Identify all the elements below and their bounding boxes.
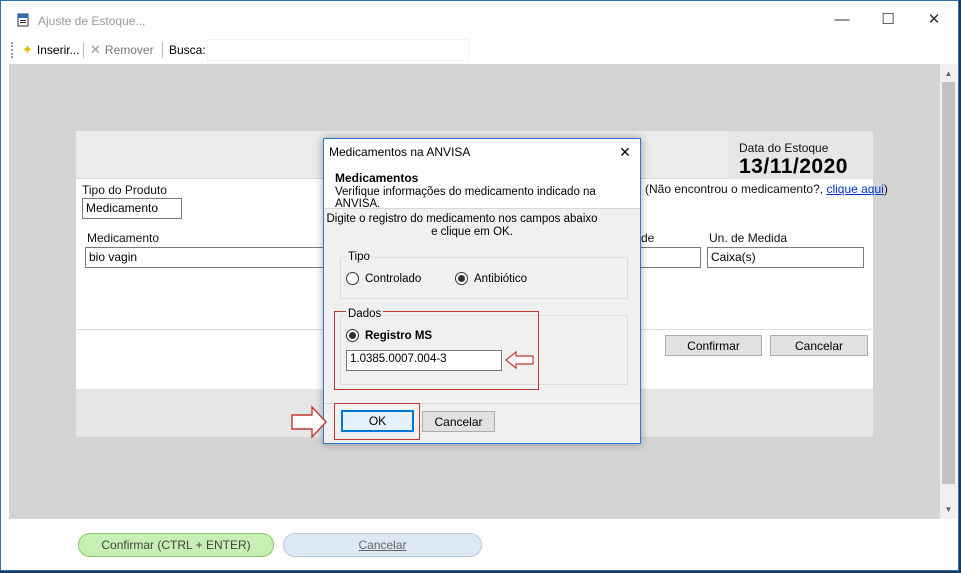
radio-checked-icon	[346, 329, 359, 342]
click-here-link[interactable]: clique aqui	[826, 182, 883, 196]
bottom-cancel-button[interactable]: Cancelar	[283, 533, 482, 557]
title-bar[interactable]: Ajuste de Estoque... — ☐ ✕	[1, 1, 958, 37]
registry-ms-input[interactable]: 1.0385.0007.004-3	[346, 350, 502, 371]
maximize-button[interactable]: ☐	[865, 1, 911, 37]
scrollbar-thumb[interactable]	[942, 82, 955, 484]
type-group-label: Tipo	[346, 251, 372, 263]
scroll-down-icon[interactable]: ▼	[940, 501, 957, 518]
dialog-close-button[interactable]: ✕	[612, 141, 638, 163]
dialog-title: Medicamentos na ANVISA	[329, 145, 471, 159]
insert-button[interactable]: ✦ Inserir...	[22, 42, 80, 58]
dialog-title-bar[interactable]: Medicamentos na ANVISA ✕	[324, 139, 640, 165]
not-found-hint: (Não encontrou o medicamento?, clique aq…	[645, 182, 888, 196]
antibiotic-radio[interactable]: Antibiótico	[455, 272, 527, 285]
not-found-text: (Não encontrou o medicamento?,	[645, 182, 827, 196]
annotation-right-arrow-icon	[291, 405, 327, 439]
minimize-button[interactable]: —	[819, 1, 865, 37]
toolbar-separator	[83, 42, 84, 58]
date-value: 13/11/2020	[739, 155, 848, 178]
quantity-field[interactable]	[637, 247, 701, 268]
unit-label: Un. de Medida	[709, 231, 788, 245]
close-button[interactable]: ✕	[911, 1, 957, 37]
anvisa-dialog: Medicamentos na ANVISA ✕ Medicamentos Ve…	[323, 138, 641, 444]
main-window: Ajuste de Estoque... — ☐ ✕ ✦ Inserir... …	[0, 0, 959, 571]
dialog-cancel-button[interactable]: Cancelar	[422, 411, 495, 432]
instruction-line-2: e clique em OK.	[431, 226, 513, 238]
dialog-header-subtitle: Verifique informações do medicamento ind…	[335, 186, 596, 210]
dialog-ok-button[interactable]: OK	[341, 410, 414, 432]
toolbar-separator	[162, 42, 163, 58]
quantity-label: de	[641, 231, 655, 245]
dialog-header: Medicamentos Verifique informações do me…	[324, 165, 640, 210]
controlled-label: Controlado	[365, 272, 422, 285]
data-group-label: Dados	[346, 308, 384, 320]
antibiotic-label: Antibiótico	[474, 272, 528, 285]
dialog-footer: OK Cancelar	[324, 403, 640, 443]
remove-label: Remover	[104, 43, 154, 57]
remove-x-icon: ✕	[90, 42, 101, 57]
dialog-header-title: Medicamentos	[335, 171, 419, 185]
not-found-close: )	[883, 182, 888, 196]
confirm-ctrl-enter-button[interactable]: Confirmar (CTRL + ENTER)	[78, 533, 274, 557]
remove-button[interactable]: ✕ Remover	[90, 42, 154, 58]
registry-ms-label: Registro MS	[365, 329, 433, 342]
search-label: Busca:	[169, 43, 206, 57]
form-cancel-button[interactable]: Cancelar	[770, 335, 868, 356]
scroll-up-icon[interactable]: ▲	[940, 65, 957, 82]
window-title: Ajuste de Estoque...	[38, 14, 146, 28]
unit-field[interactable]: Caixa(s)	[707, 247, 864, 268]
radio-unchecked-icon	[346, 272, 359, 285]
controlled-radio[interactable]: Controlado	[346, 272, 421, 285]
annotation-left-arrow-icon	[505, 351, 534, 369]
star-icon: ✦	[22, 42, 33, 57]
radio-checked-icon	[455, 272, 468, 285]
registry-ms-radio[interactable]: Registro MS	[346, 329, 432, 342]
date-label: Data do Estoque	[739, 141, 829, 155]
form-confirm-button[interactable]: Confirmar	[665, 335, 762, 356]
insert-label: Inserir...	[36, 43, 80, 57]
app-icon	[15, 12, 31, 28]
instruction-line-1: Digite o registro do medicamento nos cam…	[326, 213, 598, 225]
medication-field[interactable]: bio vagin	[85, 247, 330, 268]
product-type-field[interactable]: Medicamento	[82, 198, 182, 219]
dialog-body: Digite o registro do medicamento nos cam…	[324, 209, 640, 403]
toolbar: ✦ Inserir... ✕ Remover Busca:	[1, 38, 958, 62]
toolbar-grip[interactable]	[11, 42, 13, 58]
product-type-label: Tipo do Produto	[82, 183, 167, 197]
medication-label: Medicamento	[87, 231, 160, 245]
search-input[interactable]	[207, 39, 469, 61]
